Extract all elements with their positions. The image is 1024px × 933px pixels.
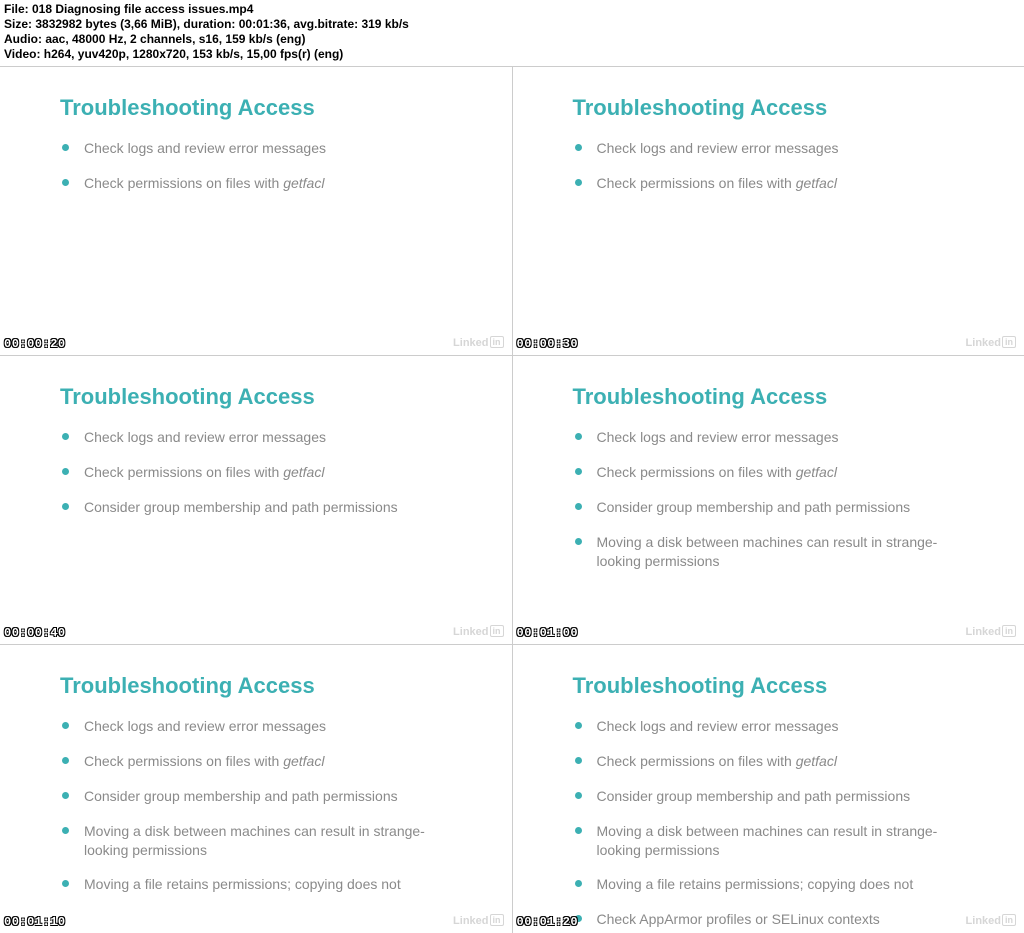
- bullet-item-2: Check permissions on files with getfacl: [60, 174, 440, 193]
- bullet-item-1: Check logs and review error messages: [573, 428, 953, 447]
- bullet-item-1: Check logs and review error messages: [60, 428, 440, 447]
- bullet-item-4: Moving a disk between machines can resul…: [573, 822, 953, 860]
- bullet-list: Check logs and review error messages Che…: [573, 139, 985, 193]
- bullet-item-4: Moving a disk between machines can resul…: [573, 533, 953, 571]
- bullet-list: Check logs and review error messages Che…: [573, 717, 985, 929]
- linkedin-logo: Linkedin: [966, 336, 1016, 349]
- thumbnail-frame: Troubleshooting Access Check logs and re…: [0, 356, 512, 644]
- bullet-item-4: Moving a disk between machines can resul…: [60, 822, 440, 860]
- thumbnail-frame: Troubleshooting Access Check logs and re…: [0, 67, 512, 355]
- thumbnail-frame: Troubleshooting Access Check logs and re…: [0, 645, 512, 933]
- bullet-item-2: Check permissions on files with getfacl: [573, 174, 953, 193]
- linkedin-logo: Linkedin: [453, 336, 503, 349]
- slide-title: Troubleshooting Access: [573, 95, 985, 121]
- timestamp-label: 00:00:20: [4, 337, 66, 351]
- bullet-item-3: Consider group membership and path permi…: [60, 498, 440, 517]
- linkedin-logo: Linkedin: [453, 625, 503, 638]
- bullet-item-3: Consider group membership and path permi…: [60, 787, 440, 806]
- slide-title: Troubleshooting Access: [60, 95, 472, 121]
- bullet-item-5: Moving a file retains permissions; copyi…: [573, 875, 953, 894]
- file-metadata: File: 018 Diagnosing file access issues.…: [0, 0, 1024, 66]
- linkedin-logo: Linkedin: [453, 914, 503, 927]
- bullet-item-3: Consider group membership and path permi…: [573, 498, 953, 517]
- bullet-list: Check logs and review error messages Che…: [60, 139, 472, 193]
- meta-size: Size: 3832982 bytes (3,66 MiB), duration…: [4, 17, 1020, 32]
- bullet-item-2: Check permissions on files with getfacl: [60, 752, 440, 771]
- slide-title: Troubleshooting Access: [60, 673, 472, 699]
- bullet-item-1: Check logs and review error messages: [60, 717, 440, 736]
- timestamp-label: 00:01:00: [517, 626, 579, 640]
- bullet-item-2: Check permissions on files with getfacl: [573, 463, 953, 482]
- linkedin-logo: Linkedin: [966, 625, 1016, 638]
- meta-video: Video: h264, yuv420p, 1280x720, 153 kb/s…: [4, 47, 1020, 62]
- meta-file: File: 018 Diagnosing file access issues.…: [4, 2, 1020, 17]
- linkedin-logo: Linkedin: [966, 914, 1016, 927]
- timestamp-label: 00:00:30: [517, 337, 579, 351]
- thumbnail-frame: Troubleshooting Access Check logs and re…: [513, 645, 1024, 933]
- bullet-item-1: Check logs and review error messages: [573, 139, 953, 158]
- thumbnail-frame: Troubleshooting Access Check logs and re…: [513, 67, 1024, 355]
- thumbnail-grid: Troubleshooting Access Check logs and re…: [0, 66, 1024, 933]
- bullet-item-2: Check permissions on files with getfacl: [573, 752, 953, 771]
- slide-title: Troubleshooting Access: [60, 384, 472, 410]
- slide-title: Troubleshooting Access: [573, 384, 985, 410]
- thumbnail-frame: Troubleshooting Access Check logs and re…: [513, 356, 1024, 644]
- bullet-item-1: Check logs and review error messages: [573, 717, 953, 736]
- bullet-item-5: Moving a file retains permissions; copyi…: [60, 875, 440, 894]
- bullet-item-2: Check permissions on files with getfacl: [60, 463, 440, 482]
- bullet-item-1: Check logs and review error messages: [60, 139, 440, 158]
- bullet-item-3: Consider group membership and path permi…: [573, 787, 953, 806]
- bullet-list: Check logs and review error messages Che…: [60, 428, 472, 517]
- timestamp-label: 00:00:40: [4, 626, 66, 640]
- bullet-list: Check logs and review error messages Che…: [60, 717, 472, 894]
- slide-title: Troubleshooting Access: [573, 673, 985, 699]
- bullet-list: Check logs and review error messages Che…: [573, 428, 985, 570]
- bullet-item-6: Check AppArmor profiles or SELinux conte…: [573, 910, 953, 929]
- meta-audio: Audio: aac, 48000 Hz, 2 channels, s16, 1…: [4, 32, 1020, 47]
